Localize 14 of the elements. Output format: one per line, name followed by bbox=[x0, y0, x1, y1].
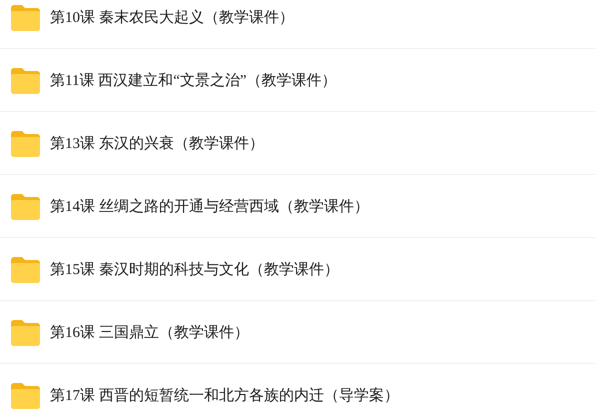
folder-icon bbox=[10, 130, 41, 156]
folder-icon bbox=[10, 66, 41, 94]
folder-icon bbox=[10, 256, 41, 282]
file-name[interactable]: 第14课 丝绸之路的开通与经营西域（教学课件） bbox=[50, 196, 369, 216]
file-name[interactable]: 第15课 秦汉时期的科技与文化（教学课件） bbox=[50, 260, 339, 278]
folder-icon bbox=[10, 192, 41, 220]
folder-icon bbox=[10, 4, 41, 30]
folder-icon bbox=[10, 318, 41, 346]
file-name[interactable]: 第10课 秦末农民大起义（教学课件） bbox=[50, 8, 294, 26]
file-name[interactable]: 第16课 三国鼎立（教学课件） bbox=[50, 322, 249, 342]
file-name[interactable]: 第17课 西晋的短暂统一和北方各族的内迁（导学案） bbox=[50, 386, 399, 404]
folder-icon bbox=[10, 382, 41, 408]
file-name[interactable]: 第13课 东汉的兴衰（教学课件） bbox=[50, 134, 264, 152]
file-name[interactable]: 第11课 西汉建立和“文景之治”（教学课件） bbox=[50, 70, 337, 90]
